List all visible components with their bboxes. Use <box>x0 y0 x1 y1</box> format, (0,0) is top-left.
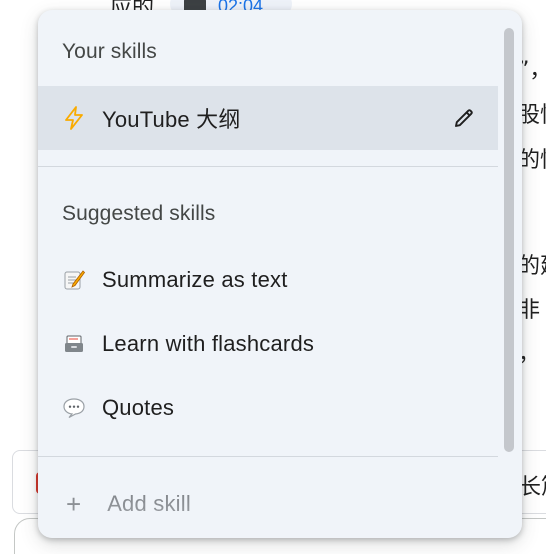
screen: 应的 02:04 ”， 股快 的快 的建 非 ， 长篇 Your skills … <box>0 0 546 554</box>
your-skills-heading: Your skills <box>62 40 157 63</box>
suggested-skills-heading: Suggested skills <box>62 202 216 225</box>
scrollbar[interactable] <box>504 28 514 458</box>
plus-icon: + <box>66 489 82 519</box>
card-file-box-icon <box>62 332 86 356</box>
skill-item-youtube-outline[interactable]: YouTube 大纲 <box>38 86 498 150</box>
skill-label: YouTube 大纲 <box>102 107 241 132</box>
skill-label: Quotes <box>102 395 175 420</box>
skill-item-quotes[interactable]: Quotes <box>38 376 498 440</box>
skill-label: Summarize as text <box>102 267 288 292</box>
section-divider <box>38 456 498 457</box>
memo-icon <box>62 268 86 292</box>
speech-balloon-icon <box>62 396 86 420</box>
background-text-fragment: 的快 <box>518 148 546 173</box>
background-text-fragment: 股快 <box>518 103 546 128</box>
skill-item-learn-with-flashcards[interactable]: Learn with flashcards <box>38 312 498 376</box>
scrollbar-thumb[interactable] <box>504 28 514 452</box>
background-text-fragment: 长篇 <box>519 475 546 500</box>
add-skill-label: Add skill <box>107 491 191 516</box>
section-divider <box>38 166 498 167</box>
skills-menu: Your skills YouTube 大纲 Suggested skills <box>38 10 522 538</box>
pencil-icon[interactable] <box>452 106 476 130</box>
background-text-fragment: ”， <box>518 58 546 83</box>
background-text-fragment: 的建 <box>518 254 546 279</box>
skill-label: Learn with flashcards <box>102 331 315 356</box>
skill-item-summarize-as-text[interactable]: Summarize as text <box>38 248 498 312</box>
add-skill-button[interactable]: + Add skill <box>38 472 498 536</box>
lightning-bolt-icon <box>62 106 86 130</box>
